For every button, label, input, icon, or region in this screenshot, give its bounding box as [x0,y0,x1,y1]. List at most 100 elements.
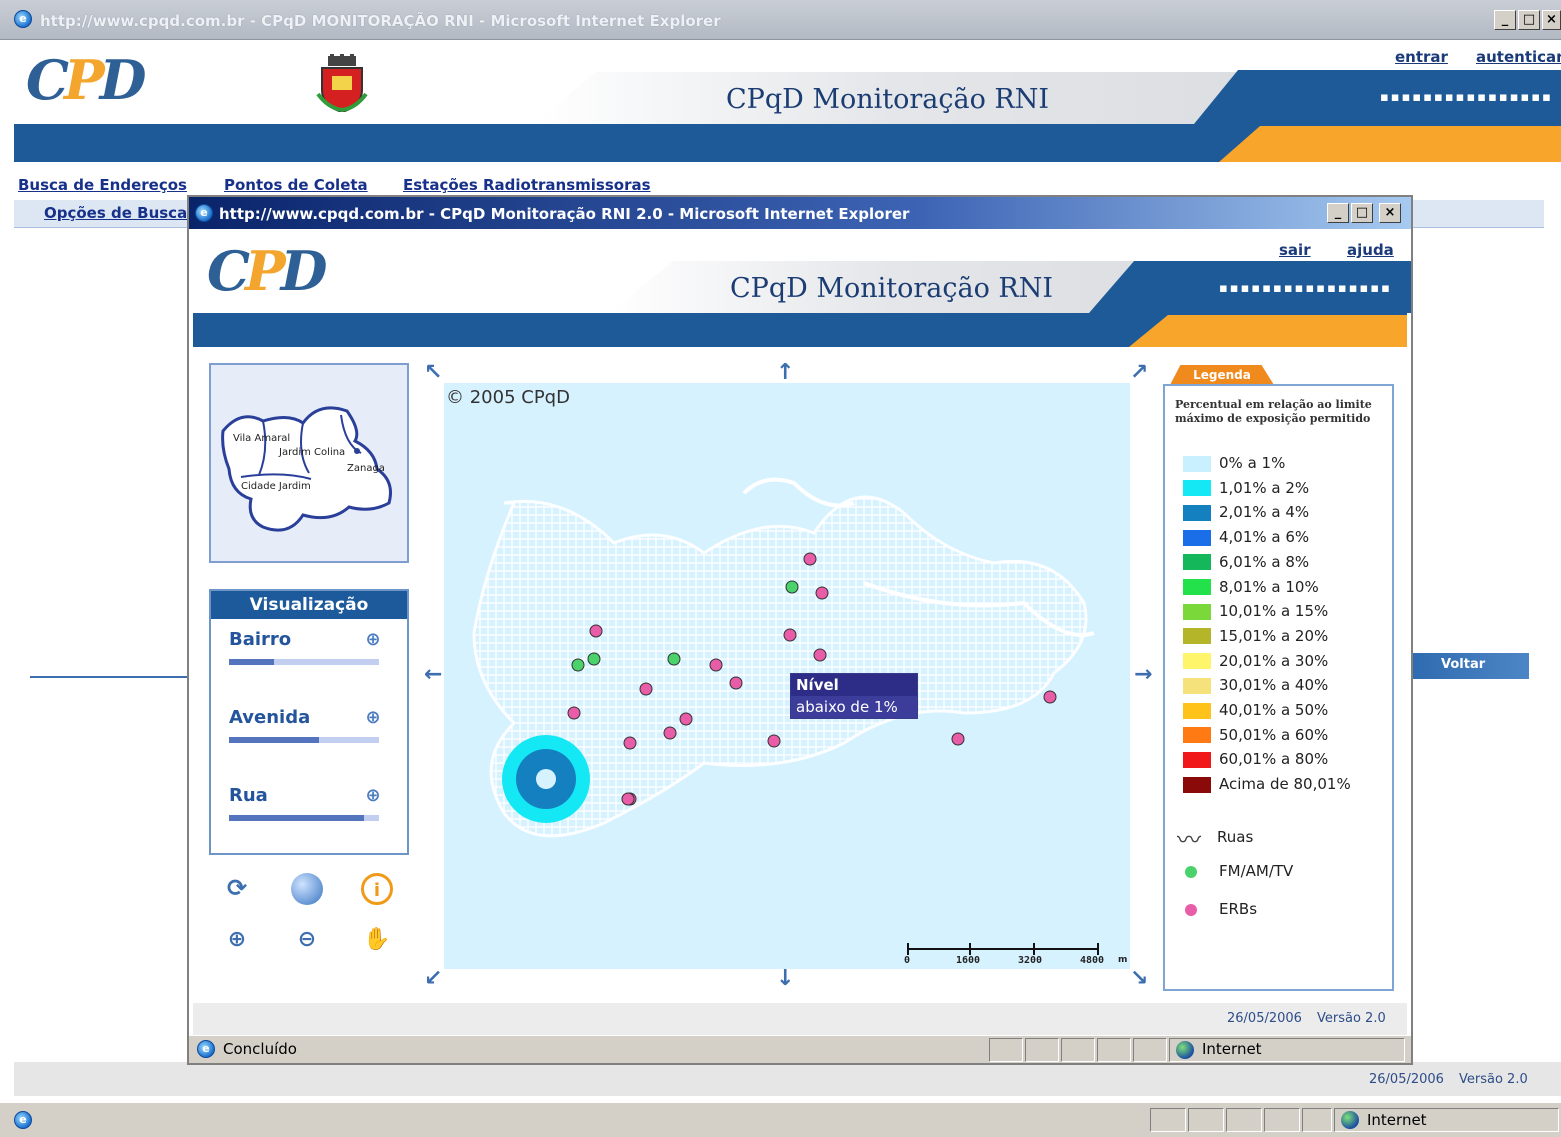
legend-item-label: 50,01% a 60% [1219,725,1329,744]
banner-orange-band [1219,126,1561,162]
outer-footer-version: Versão 2.0 [1459,1072,1528,1087]
legend-item: 2,01% a 4% [1183,503,1309,521]
globe-icon [1341,1111,1359,1129]
popup-footer: 26/05/2006 Versão 2.0 [193,1003,1407,1035]
zoom-bairro-icon[interactable]: ⊕ [357,625,389,657]
legend-swatch [1183,579,1211,595]
entrar-link[interactable]: entrar [1395,48,1448,66]
popup-footer-version: Versão 2.0 [1317,1011,1386,1026]
status-cell [1097,1038,1131,1062]
scale-label-0: 0 [904,955,911,966]
zoom-in-icon[interactable]: ⊕ [221,925,253,957]
legend-item: 30,01% a 40% [1183,676,1328,694]
nav-busca-enderecos[interactable]: Busca de Endereços [18,176,187,194]
legend-description: Percentual em relação ao limite máximo d… [1175,398,1372,425]
page-done-icon: e [197,1040,215,1058]
vis-rua-scale[interactable] [229,813,379,823]
legend-tab[interactable]: Legenda [1170,365,1274,385]
legend-item: 15,01% a 20% [1183,627,1328,645]
visualizacao-panel: Visualização Bairro ⊕ Avenida ⊕ Rua ⊕ [209,589,409,855]
popup-maximize-button[interactable]: □ [1351,203,1373,223]
pan-south-icon[interactable]: ↓ [776,968,794,990]
legend-item-label: 0% a 1% [1219,454,1286,472]
legend-layer-fm-label: FM/AM/TV [1219,862,1294,880]
overview-label-cidade-jardim: Cidade Jardim [241,481,311,492]
sair-link[interactable]: sair [1279,241,1311,259]
voltar-button[interactable]: Voltar [1413,653,1529,679]
status-cell [1226,1108,1262,1132]
legend-item-label: 6,01% a 8% [1219,552,1310,571]
outer-footer-date: 26/05/2006 [1369,1072,1444,1087]
outer-title-bar: e http://www.cpqd.com.br - CPqD MONITORA… [0,0,1561,40]
map-canvas[interactable]: © 2005 CPqD 0 1600 3200 4800 m Nível aba… [444,383,1130,969]
legend-item-label: 1,01% a 2% [1219,478,1310,497]
overview-label-jardim-colina: Jardim Colina [278,447,345,458]
popup-close-button[interactable]: × [1379,203,1401,223]
status-cell [1061,1038,1095,1062]
legend-item-label: 2,01% a 4% [1219,503,1310,522]
vis-bairro-scale[interactable] [229,657,379,667]
tooltip-value: abaixo de 1% [791,696,917,718]
visualizacao-header: Visualização [211,591,407,619]
vis-avenida-label[interactable]: Avenida [229,707,310,728]
overview-label-vila-amaral: Vila Amaral [233,433,290,444]
status-cell [1188,1108,1224,1132]
popup-status-bar: e Concluído Internet [189,1035,1411,1063]
popup-banner-dots: ▪▪▪▪▪▪▪▪▪▪▪▪▪▪▪▪ [1219,281,1392,296]
info-icon[interactable]: i [361,873,393,905]
vis-bairro-label[interactable]: Bairro [229,629,291,650]
popup-status-text: Concluído [223,1040,297,1058]
banner-dots: ▪▪▪▪▪▪▪▪▪▪▪▪▪▪▪▪ [1380,90,1553,105]
globe-icon [1176,1041,1194,1059]
status-zone-cell: Internet [1334,1108,1559,1132]
popup-banner-orange [1129,315,1407,347]
legend-item: 8,01% a 10% [1183,578,1319,596]
pan-east-icon[interactable]: → [1134,664,1152,686]
legend-swatch [1183,776,1211,793]
close-button[interactable]: × [1542,10,1561,30]
legend-item: 40,01% a 50% [1183,701,1328,719]
map-copyright: © 2005 CPqD [446,387,570,408]
opcoes-busca-link[interactable]: Opções de Busca [44,204,187,222]
zoom-rua-icon[interactable]: ⊕ [357,781,389,813]
tooltip-title: Nível [791,674,917,696]
maximize-button[interactable]: □ [1518,10,1540,30]
globe-full-extent-icon[interactable] [291,873,323,905]
legend-swatch [1183,727,1211,744]
ajuda-link[interactable]: ajuda [1347,241,1394,259]
vis-avenida-scale[interactable] [229,735,379,745]
autenticar-link[interactable]: autenticar [1476,48,1561,66]
vis-rua-label[interactable]: Rua [229,785,268,806]
legend-item-label: 20,01% a 30% [1219,651,1329,670]
overview-map[interactable]: Vila Amaral Jardim Colina Zanaga Cidade … [209,363,409,563]
legend-swatch [1183,480,1211,497]
legend-item: 20,01% a 30% [1183,652,1328,670]
legend-swatch [1183,702,1211,719]
pan-north-icon[interactable]: ↑ [776,362,794,384]
status-cell [1302,1108,1332,1132]
coverage-marker-center [536,769,556,789]
popup-status-zone: Internet [1202,1040,1262,1058]
nav-pontos-coleta[interactable]: Pontos de Coleta [224,176,368,194]
legend-item-label: 10,01% a 15% [1219,602,1329,621]
pan-southwest-icon[interactable]: ↙ [424,968,442,990]
legend-layer-erbs: ERBs [1185,900,1257,918]
zoom-avenida-icon[interactable]: ⊕ [357,703,389,735]
scale-fill [229,815,364,821]
legend-swatch [1183,529,1211,546]
pan-northwest-icon[interactable]: ↖ [424,362,442,384]
zoom-out-icon[interactable]: ⊖ [291,925,323,957]
legend-swatch [1183,677,1211,694]
legend-item-label: 30,01% a 40% [1219,676,1329,695]
minimize-button[interactable]: _ [1494,10,1516,30]
status-cell [1264,1108,1300,1132]
refresh-icon[interactable]: ⟳ [221,873,253,905]
overview-map-outline: Vila Amaral Jardim Colina Zanaga Cidade … [221,406,392,532]
pan-hand-icon[interactable]: ✋ [361,925,393,957]
pan-west-icon[interactable]: ← [424,664,442,686]
pan-northeast-icon[interactable]: ↗ [1130,362,1148,384]
nav-estacoes[interactable]: Estações Radiotransmissoras [403,176,651,194]
legend-item-label: 4,01% a 6% [1219,528,1310,547]
popup-minimize-button[interactable]: _ [1327,203,1349,223]
pan-southeast-icon[interactable]: ↘ [1130,968,1148,990]
